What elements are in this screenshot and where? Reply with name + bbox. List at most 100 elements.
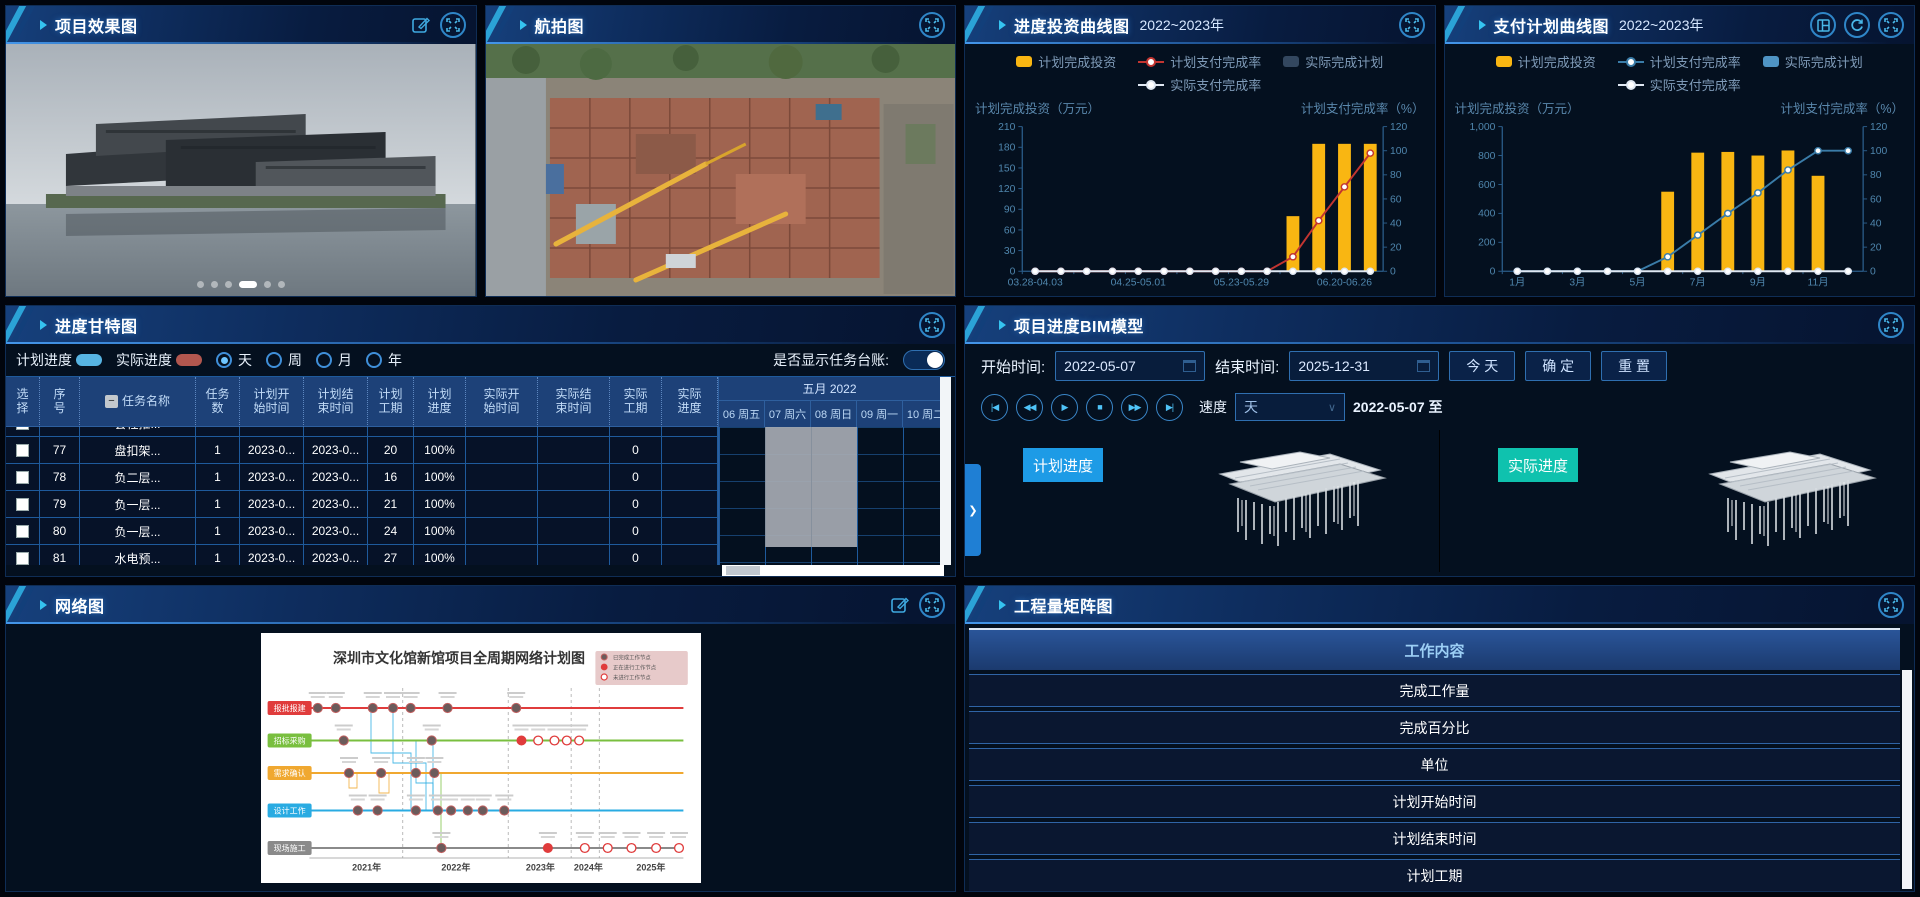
legend-item[interactable]: 实际完成计划	[1763, 52, 1863, 71]
reset-button[interactable]: 重 置	[1601, 351, 1667, 381]
svg-text:2021年: 2021年	[352, 861, 381, 872]
radio-circle	[316, 352, 332, 368]
expand-icon[interactable]	[919, 312, 945, 338]
gantt-vertical-scrollbar[interactable]	[940, 377, 951, 565]
gantt-column-header: 计划开始时间	[240, 377, 304, 427]
carousel-dot[interactable]	[239, 281, 257, 288]
expand-icon[interactable]	[440, 12, 466, 38]
carousel-dot[interactable]	[197, 281, 204, 288]
legend-item[interactable]: 计划支付完成率	[1618, 52, 1741, 71]
expand-icon[interactable]	[919, 592, 945, 618]
row-checkbox[interactable]	[16, 471, 29, 484]
row-checkbox[interactable]	[16, 498, 29, 511]
today-button[interactable]: 今 天	[1449, 351, 1515, 381]
network-plan-diagram: 深圳市文化馆新馆项目全周期网络计划图已完成工作节点正在进行工作节点未进行工作节点…	[261, 633, 701, 883]
expand-icon[interactable]	[919, 12, 945, 38]
timescale-radio-月[interactable]: 月	[316, 350, 352, 370]
layout-icon[interactable]	[1810, 12, 1836, 38]
carousel-dot[interactable]	[225, 281, 232, 288]
gantt-task-row: 79负一层...12023-0...2023-0...21100%0	[6, 491, 718, 518]
svg-text:400: 400	[1478, 209, 1496, 220]
legend-label: 计划完成投资	[1038, 52, 1116, 71]
panel-payment-header: 支付计划曲线图 2022~2023年	[1445, 6, 1915, 44]
stop-button[interactable]: ■	[1086, 394, 1113, 421]
legend-label: 实际支付完成率	[1170, 75, 1261, 94]
gantt-cell: 2023-0...	[240, 491, 304, 518]
dashboard: 项目效果图	[0, 0, 1920, 897]
gantt-cell	[466, 518, 538, 545]
gantt-cell	[466, 427, 538, 437]
refresh-icon[interactable]	[1844, 12, 1870, 38]
bim-actual-viewport[interactable]: 实际进度	[1440, 426, 1914, 576]
skip-end-button[interactable]: ▶|	[1156, 394, 1183, 421]
calendar-month-header: 五月 2022	[719, 377, 940, 401]
row-checkbox[interactable]	[16, 427, 29, 430]
legend-label: 计划支付完成率	[1170, 52, 1261, 71]
carousel-dot[interactable]	[264, 281, 271, 288]
toggle-knob	[927, 352, 943, 368]
expand-icon[interactable]	[1399, 12, 1425, 38]
confirm-button[interactable]: 确 定	[1525, 351, 1591, 381]
expand-icon[interactable]	[1878, 12, 1904, 38]
gantt-cell	[538, 491, 610, 518]
timescale-radio-年[interactable]: 年	[366, 350, 402, 370]
scrollbar-thumb[interactable]	[726, 566, 760, 575]
row-checkbox[interactable]	[16, 552, 29, 565]
row-checkbox[interactable]	[16, 444, 29, 457]
carousel-dot[interactable]	[278, 281, 285, 288]
legend-swatch	[1283, 56, 1299, 67]
legend-item[interactable]: 计划完成投资	[1496, 52, 1596, 71]
legend-item[interactable]: 计划完成投资	[1016, 52, 1116, 71]
actual-progress-button[interactable]: 实际进度	[1498, 448, 1578, 482]
gantt-controls: 计划进度实际进度天周月年 是否显示任务台账:	[6, 344, 955, 376]
date-range-text: 2022-05-07 至	[1353, 397, 1443, 417]
gantt-header-row: 选择序号−任务名称任务数计划开始时间计划结束时间计划工期计划进度实际开始时间实际…	[6, 377, 718, 427]
expand-icon[interactable]	[1878, 592, 1904, 618]
toggle-label: 是否显示任务台账:	[773, 350, 889, 370]
start-date-input[interactable]: 2022-05-07	[1055, 351, 1205, 381]
svg-text:11月: 11月	[1807, 277, 1828, 289]
legend-item[interactable]: 计划支付完成率	[1138, 52, 1261, 71]
fast-forward-button[interactable]: ▶▶	[1121, 394, 1148, 421]
expand-icon[interactable]	[1878, 312, 1904, 338]
skip-start-button[interactable]: |◀	[981, 394, 1008, 421]
gantt-cell	[662, 545, 718, 565]
matrix-row: 计划结束时间	[969, 822, 1900, 855]
svg-text:1,000: 1,000	[1469, 122, 1495, 133]
end-date-value: 2025-12-31	[1298, 358, 1370, 374]
matrix-table: 工作内容 完成工作量完成百分比单位计划开始时间计划结束时间计划工期	[965, 624, 1914, 891]
edit-icon[interactable]	[410, 14, 432, 36]
play-button[interactable]: ▶	[1051, 394, 1078, 421]
svg-text:已完成工作节点: 已完成工作节点	[613, 653, 651, 661]
timescale-radio-天[interactable]: 天	[216, 350, 252, 370]
timescale-radio-周[interactable]: 周	[266, 350, 302, 370]
legend-item[interactable]: 实际支付完成率	[1618, 75, 1741, 94]
svg-text:05.23-05.29: 05.23-05.29	[1214, 278, 1270, 289]
collapse-all-button[interactable]: −	[105, 395, 118, 408]
end-date-input[interactable]: 2025-12-31	[1289, 351, 1439, 381]
gantt-cell: 100%	[414, 518, 466, 545]
bim-plan-viewport[interactable]: 计划进度	[965, 426, 1439, 576]
gantt-legend-item: 实际进度	[116, 350, 202, 370]
matrix-scrollbar[interactable]	[1902, 670, 1912, 889]
calendar-day-cell: 10 周二	[903, 401, 940, 427]
svg-text:2022年: 2022年	[441, 861, 470, 872]
task-ledger-toggle[interactable]	[903, 350, 945, 370]
row-select-cell	[6, 437, 40, 464]
legend-item[interactable]: 实际完成计划	[1283, 52, 1383, 71]
gantt-cell: 100%	[414, 491, 466, 518]
plan-progress-button[interactable]: 计划进度	[1023, 448, 1103, 482]
gantt-cell: 2023-0...	[240, 545, 304, 565]
edit-icon[interactable]	[889, 594, 911, 616]
legend-item[interactable]: 实际支付完成率	[1138, 75, 1261, 94]
matrix-row: 计划工期	[969, 859, 1900, 891]
panel-aerial-photo: 航拍图	[485, 5, 957, 297]
carousel-dot[interactable]	[211, 281, 218, 288]
gantt-task-row: 78负二层...12023-0...2023-0...16100%0	[6, 464, 718, 491]
speed-select[interactable]: 天 ∨	[1235, 393, 1345, 421]
row-checkbox[interactable]	[16, 525, 29, 538]
svg-text:0: 0	[1010, 267, 1016, 278]
gantt-horizontal-scrollbar[interactable]	[6, 565, 955, 576]
gantt-column-header: −任务名称	[80, 377, 196, 427]
rewind-button[interactable]: ◀◀	[1016, 394, 1043, 421]
